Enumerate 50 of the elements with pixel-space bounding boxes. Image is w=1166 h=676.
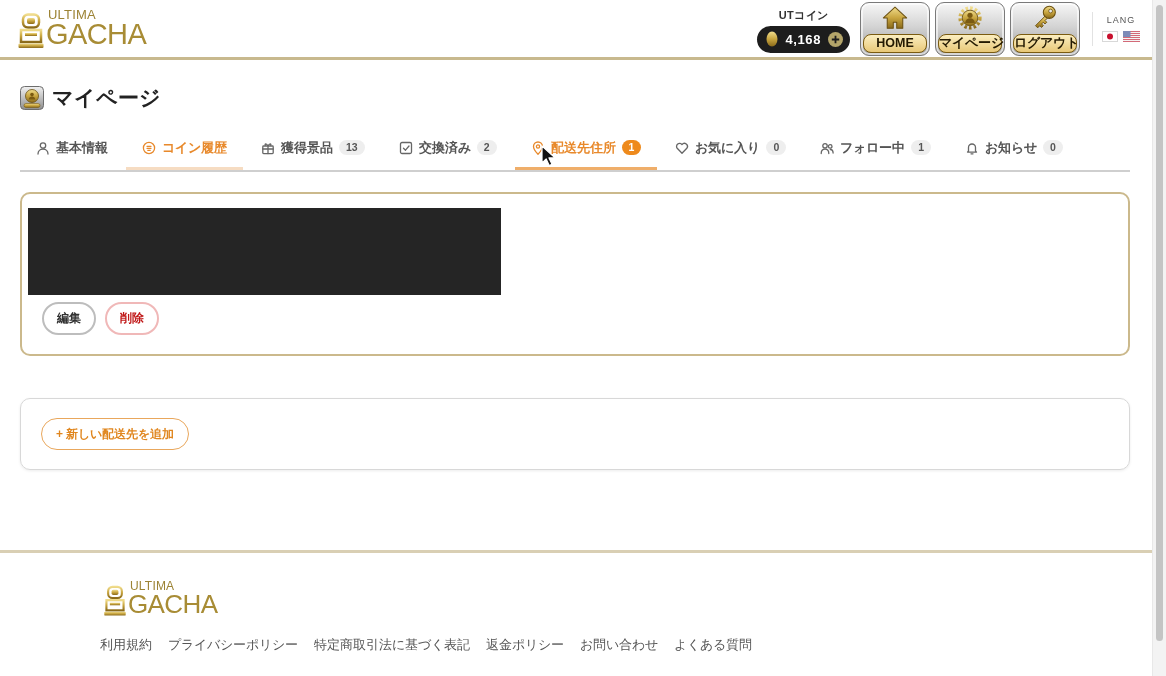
logo-text: GACHA [128, 591, 218, 617]
my-page-button[interactable]: マイページ [935, 1, 1005, 56]
gear-person-icon [956, 4, 984, 30]
count-badge: 0 [766, 140, 787, 155]
tab[interactable]: お知らせ 0 [949, 128, 1079, 170]
count-badge: 13 [339, 140, 365, 155]
footer-link[interactable]: よくある質問 [674, 637, 752, 654]
coin-amount: 4,168 [785, 31, 821, 47]
coin-icon [766, 31, 779, 47]
scrollbar-thumb[interactable] [1156, 5, 1163, 641]
tab[interactable]: 交換済み 2 [382, 128, 513, 170]
japan-flag-icon[interactable] [1102, 31, 1118, 42]
person-icon [36, 140, 50, 155]
heart-icon [675, 140, 690, 155]
footer-link[interactable]: 利用規約 [100, 637, 152, 654]
coin-label: UTコイン [778, 7, 829, 23]
logo-icon [103, 585, 127, 617]
tab[interactable]: 基本情報 [20, 128, 124, 170]
people-icon [820, 140, 835, 155]
footer-link[interactable]: 返金ポリシー [486, 637, 564, 654]
us-flag-icon[interactable] [1123, 31, 1140, 42]
count-badge: 2 [476, 140, 497, 155]
footer-link[interactable]: 特定商取引法に基づく表記 [314, 637, 470, 654]
count-badge: 0 [1043, 140, 1063, 155]
logo-icon [17, 13, 45, 49]
logo-text: ULTIMA [130, 580, 176, 592]
bell-icon [965, 140, 980, 155]
count-badge: 1 [621, 140, 642, 155]
scrollbar-track[interactable] [1152, 0, 1166, 676]
logo-text: GACHA [46, 20, 147, 49]
lang-label: LANG [1106, 15, 1136, 25]
logout-button[interactable]: ログアウト [1010, 1, 1080, 56]
count-badge: 1 [911, 140, 932, 155]
footer-link[interactable]: お問い合わせ [580, 637, 658, 654]
tab[interactable]: フォロー中 1 [804, 128, 948, 170]
pin-icon [530, 140, 545, 155]
person-badge-icon [20, 86, 44, 110]
delete-button[interactable]: 削除 [105, 302, 159, 335]
checkbox-icon [398, 140, 413, 155]
page-title: マイページ [52, 85, 161, 111]
plus-icon[interactable] [828, 31, 843, 47]
home-button[interactable]: HOME [860, 1, 930, 56]
coin-icon [142, 140, 156, 155]
edit-button[interactable]: 編集 [42, 302, 96, 335]
house-icon [881, 4, 909, 30]
footer-link[interactable]: プライバシーポリシー [168, 637, 298, 654]
tab[interactable]: 獲得景品 13 [245, 128, 381, 170]
gift-icon [261, 140, 275, 155]
tab[interactable]: お気に入り 0 [659, 128, 803, 170]
logo-text: ULTIMA [48, 8, 97, 21]
